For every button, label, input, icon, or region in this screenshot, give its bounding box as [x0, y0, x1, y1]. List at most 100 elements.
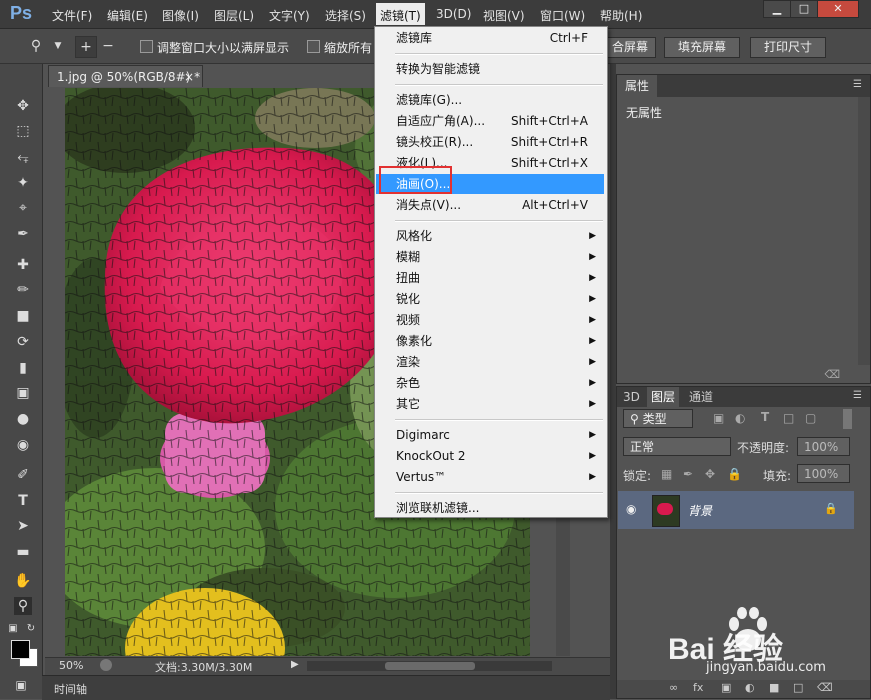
clone-stamp-tool-icon[interactable]: ■ — [14, 307, 32, 325]
filter-menu-item[interactable]: 消失点(V)... Alt+Ctrl+V — [376, 195, 604, 215]
hand-tool-icon[interactable]: ✋ — [14, 572, 32, 590]
zoom-in-icon[interactable]: + — [75, 36, 97, 58]
gradient-tool-icon[interactable]: ▣ — [14, 384, 32, 402]
foreground-color-swatch[interactable] — [11, 640, 30, 659]
swap-colors-icon[interactable]: ↻ — [26, 620, 36, 638]
rectangle-tool-icon[interactable]: ▬ — [14, 543, 32, 561]
move-tool-icon[interactable]: ✥ — [14, 97, 32, 115]
tab-properties[interactable]: 属性 — [617, 75, 658, 97]
resize-windows-checkbox[interactable] — [140, 40, 153, 53]
status-menu-icon[interactable] — [100, 659, 112, 671]
tool-preset-chevron-icon[interactable]: ▼ — [48, 36, 68, 56]
menu-9[interactable]: 窗口(W) — [540, 7, 585, 24]
filter-shape-icon[interactable]: □ — [783, 411, 794, 425]
eyedropper-tool-icon[interactable]: ✒ — [14, 225, 32, 243]
filter-menu-item[interactable]: 自适应广角(A)... Shift+Ctrl+A — [376, 111, 604, 131]
layer-filter-kind: 类型 — [642, 412, 667, 426]
status-arrow-icon[interactable]: ▶ — [291, 659, 299, 670]
lock-transparent-icon[interactable]: ▦ — [661, 467, 672, 481]
history-brush-tool-icon[interactable]: ⟳ — [14, 333, 32, 351]
crop-tool-icon[interactable]: ⌖ — [14, 199, 32, 217]
restore-button[interactable]: □ — [790, 0, 818, 18]
close-window-button[interactable]: ✕ — [817, 0, 859, 18]
trash-icon[interactable]: ⌫ — [824, 368, 840, 381]
filter-menu-item[interactable]: 视频 ▶ — [376, 310, 604, 330]
filter-menu-item[interactable]: KnockOut 2 ▶ — [376, 446, 604, 466]
menu-10[interactable]: 帮助(H) — [600, 7, 642, 24]
filter-menu-item[interactable]: 像素化 ▶ — [376, 331, 604, 351]
filter-menu-item[interactable]: 其它 ▶ — [376, 394, 604, 414]
filter-menu-item[interactable]: Vertus™ ▶ — [376, 467, 604, 487]
lasso-tool-icon[interactable]: ⥆ — [14, 148, 32, 166]
document-tab-close-icon[interactable]: × — [184, 66, 194, 88]
lock-all-icon[interactable]: 🔒 — [727, 467, 742, 481]
blur-tool-icon[interactable]: ● — [14, 410, 32, 428]
type-tool-icon[interactable]: T — [14, 492, 32, 510]
filter-menu-item[interactable]: 风格化 ▶ — [376, 226, 604, 246]
lock-position-icon[interactable]: ✥ — [705, 467, 715, 481]
healing-brush-tool-icon[interactable]: ✚ — [14, 256, 32, 274]
filter-menu-item[interactable]: 转换为智能滤镜 — [376, 59, 604, 79]
filter-menu-item[interactable]: 浏览联机滤镜... — [376, 498, 604, 518]
fit-screen-button[interactable]: 合屏幕 — [604, 37, 656, 58]
opacity-field[interactable]: 100% — [797, 437, 850, 456]
filter-menu-item[interactable]: Digimarc ▶ — [376, 425, 604, 445]
filter-adjustment-icon[interactable]: ◐ — [735, 411, 745, 425]
menu-4[interactable]: 文字(Y) — [269, 7, 310, 24]
zoom-all-checkbox[interactable] — [307, 40, 320, 53]
zoom-out-icon[interactable]: − — [98, 36, 118, 56]
pen-tool-icon[interactable]: ✐ — [14, 466, 32, 484]
timeline-label[interactable]: 时间轴 — [54, 681, 87, 697]
layer-name[interactable]: 背景 — [688, 502, 712, 519]
menu-2[interactable]: 图像(I) — [162, 7, 199, 24]
menu-8[interactable]: 视图(V) — [483, 7, 525, 24]
filter-menu-item[interactable]: 锐化 ▶ — [376, 289, 604, 309]
filter-menu-item[interactable]: 模糊 ▶ — [376, 247, 604, 267]
lock-pixels-icon[interactable]: ✒ — [683, 467, 693, 481]
eraser-tool-icon[interactable]: ▮ — [14, 359, 32, 377]
zoom-icon[interactable]: ⚲ — [26, 36, 46, 56]
layer-row[interactable]: ◉ 背景 🔒 — [618, 491, 854, 529]
filter-menu-item[interactable]: 杂色 ▶ — [376, 373, 604, 393]
tab-layers[interactable]: 图层 — [647, 387, 680, 407]
menu-1[interactable]: 编辑(E) — [107, 7, 148, 24]
fill-screen-button[interactable]: 填充屏幕 — [664, 37, 740, 58]
blend-mode-dropdown[interactable]: 正常 — [623, 437, 731, 456]
quick-select-tool-icon[interactable]: ✦ — [14, 174, 32, 192]
default-colors-icon[interactable]: ▣ — [8, 620, 18, 638]
filter-smart-object-icon[interactable]: ▢ — [805, 411, 816, 425]
horizontal-scroll-thumb[interactable] — [385, 662, 475, 670]
fill-field[interactable]: 100% — [797, 464, 850, 483]
panel-menu-icon[interactable]: ☰ — [853, 79, 862, 90]
dodge-tool-icon[interactable]: ◉ — [14, 436, 32, 454]
filter-menu-item-label: Vertus™ — [396, 470, 447, 484]
minimize-button[interactable]: ▁ — [763, 0, 791, 18]
filter-menu-item[interactable]: 滤镜库(G)... — [376, 90, 604, 110]
layer-filter-dropdown[interactable]: ⚲ 类型 — [623, 409, 693, 428]
zoom-tool-icon[interactable]: ⚲ — [14, 597, 32, 615]
path-selection-tool-icon[interactable]: ➤ — [14, 517, 32, 535]
filter-menu-item[interactable]: 扭曲 ▶ — [376, 268, 604, 288]
document-tab[interactable]: 1.jpg @ 50%(RGB/8#) * × — [48, 65, 203, 87]
properties-scrollbar[interactable] — [858, 97, 870, 365]
menu-5[interactable]: 选择(S) — [325, 7, 366, 24]
filter-pixel-icon[interactable]: ▣ — [713, 411, 724, 425]
visibility-eye-icon[interactable]: ◉ — [626, 502, 636, 516]
menu-7[interactable]: 3D(D) — [436, 7, 471, 21]
menu-3[interactable]: 图层(L) — [214, 7, 254, 24]
brush-tool-icon[interactable]: ✏ — [14, 281, 32, 299]
menu-6[interactable]: 滤镜(T) — [376, 3, 425, 25]
print-size-button[interactable]: 打印尺寸 — [750, 37, 826, 58]
filter-type-icon[interactable]: T — [761, 410, 769, 424]
layers-panel-menu-icon[interactable]: ☰ — [853, 390, 862, 401]
filter-menu-item[interactable]: 镜头校正(R)... Shift+Ctrl+R — [376, 132, 604, 152]
marquee-tool-icon[interactable]: ⬚ — [14, 122, 32, 140]
filter-toggle-icon[interactable] — [843, 409, 852, 429]
filter-menu-item[interactable]: 渲染 ▶ — [376, 352, 604, 372]
menu-0[interactable]: 文件(F) — [52, 7, 92, 24]
tab-channels[interactable]: 通道 — [689, 387, 713, 407]
quick-mask-icon[interactable]: ▣ — [12, 676, 30, 694]
tab-3d[interactable]: 3D — [623, 387, 640, 407]
filter-menu-item[interactable]: 滤镜库 Ctrl+F — [376, 28, 604, 48]
zoom-level[interactable]: 50% — [59, 659, 83, 672]
